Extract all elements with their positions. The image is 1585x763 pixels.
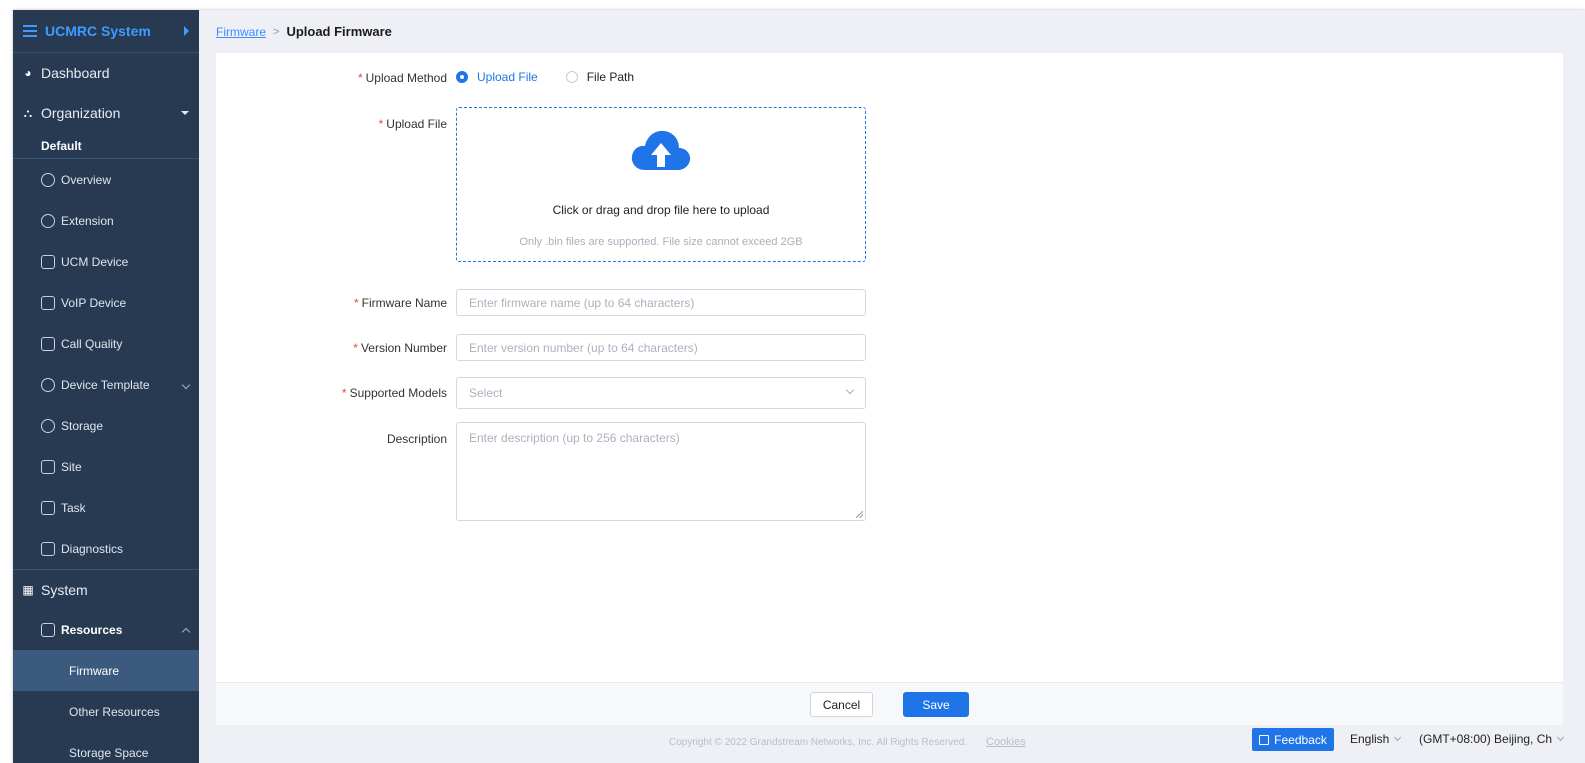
supported-models-select[interactable]: Select — [456, 377, 866, 409]
page-title: Upload Firmware — [286, 24, 392, 39]
organization-selector[interactable]: Default — [13, 133, 199, 159]
user-icon — [41, 213, 55, 228]
sidebar-item-label: Extension — [61, 213, 114, 228]
radio-unchecked-icon — [565, 71, 578, 83]
system-icon: ▦ — [22, 582, 34, 597]
sidebar-item-label: Overview — [61, 172, 112, 187]
language-select[interactable]: English — [1350, 732, 1402, 746]
sidebar-item-device-template[interactable]: Device Template — [13, 364, 199, 405]
sidebar-item-task[interactable]: Task — [13, 487, 199, 528]
radio-upload-file[interactable]: Upload File — [456, 70, 538, 84]
app-window: UCMRC System ◕ Dashboard ⛬ Organization … — [13, 10, 1585, 763]
radio-checked-icon — [456, 71, 468, 83]
sidebar-item-site[interactable]: Site — [13, 446, 199, 487]
upload-method-radio-group: Upload File File Path — [456, 70, 662, 84]
sidebar-item-label: Call Quality — [61, 336, 123, 351]
diagnostics-icon — [41, 541, 55, 556]
cancel-button[interactable]: Cancel — [810, 692, 873, 717]
upload-firmware-form: * Upload Method Upload File File Path * Up… — [216, 53, 1563, 682]
sidebar-item-label: Diagnostics — [61, 541, 124, 556]
version-number-label: * Version Number — [353, 341, 447, 355]
database-icon — [41, 418, 55, 433]
sidebar-item-other-resources[interactable]: Other Resources — [13, 691, 199, 732]
firmware-name-input[interactable]: Enter firmware name (up to 64 characters… — [456, 289, 866, 316]
copyright-text: Copyright © 2022 Grandstream Networks, I… — [669, 737, 968, 748]
sidebar-item-call-quality[interactable]: Call Quality — [13, 323, 199, 364]
textarea-placeholder: Enter description (up to 256 characters) — [469, 431, 680, 445]
sidebar-item-storage[interactable]: Storage — [13, 405, 199, 446]
version-number-input[interactable]: Enter version number (up to 64 character… — [456, 334, 866, 361]
sidebar-item-label: Organization — [41, 105, 121, 121]
caret-right-icon — [184, 26, 189, 36]
gear-icon — [41, 377, 55, 392]
overview-icon — [41, 172, 55, 187]
sidebar-item-voip-device[interactable]: VoIP Device — [13, 282, 199, 323]
save-button[interactable]: Save — [903, 692, 969, 717]
sidebar-item-label: Site — [61, 459, 82, 474]
chevron-up-icon — [181, 627, 191, 637]
dropzone-hint: Only .bin files are supported. File size… — [519, 236, 803, 248]
sidebar-item-extension[interactable]: Extension — [13, 200, 199, 241]
resources-icon — [41, 622, 55, 637]
dropzone-instruction: Click or drag and drop file here to uplo… — [552, 203, 770, 217]
resize-handle-icon[interactable] — [856, 511, 863, 518]
sidebar-item-label: Device Template — [61, 377, 150, 392]
sidebar-item-label: Dashboard — [41, 65, 110, 81]
sidebar-item-label: System — [41, 581, 88, 598]
feedback-button[interactable]: Feedback — [1252, 728, 1334, 751]
supported-models-label: * Supported Models — [341, 386, 447, 400]
chevron-down-icon — [1557, 733, 1565, 742]
chevron-down-icon — [181, 380, 191, 389]
server-icon — [41, 254, 55, 269]
feedback-label: Feedback — [1274, 732, 1327, 747]
description-label: Description — [386, 432, 447, 446]
sidebar-item-system[interactable]: ▦ System — [13, 569, 199, 609]
edit-icon — [1259, 734, 1270, 745]
menu-icon — [23, 25, 37, 37]
task-icon — [41, 500, 55, 515]
breadcrumb-firmware-link[interactable]: Firmware — [216, 25, 266, 39]
sidebar-item-label: Storage — [61, 418, 104, 433]
sidebar: UCMRC System ◕ Dashboard ⛬ Organization … — [13, 10, 199, 763]
organization-icon: ⛬ — [23, 105, 33, 120]
breadcrumb: Firmware > Upload Firmware — [216, 24, 392, 39]
sidebar-item-overview[interactable]: Overview — [13, 159, 199, 200]
sidebar-brand[interactable]: UCMRC System — [13, 10, 199, 53]
timezone-select[interactable]: (GMT+08:00) Beijing, Ch — [1419, 732, 1565, 746]
sidebar-item-dashboard[interactable]: ◕ Dashboard — [13, 53, 199, 93]
sidebar-item-diagnostics[interactable]: Diagnostics — [13, 528, 199, 569]
sidebar-item-label: Task — [61, 500, 86, 515]
form-action-bar: Cancel Save — [216, 682, 1563, 725]
phone-icon — [41, 295, 55, 310]
file-dropzone[interactable]: Click or drag and drop file here to uplo… — [456, 107, 866, 262]
chevron-down-icon — [845, 385, 855, 395]
sidebar-item-label: Resources — [61, 622, 123, 637]
sidebar-item-label: UCM Device — [61, 254, 129, 269]
cookies-link[interactable]: Cookies — [986, 736, 1026, 748]
sidebar-item-organization[interactable]: ⛬ Organization — [13, 93, 199, 133]
sidebar-item-resources[interactable]: Resources — [13, 609, 199, 650]
chevron-down-icon — [1394, 733, 1402, 742]
sidebar-item-firmware[interactable]: Firmware — [13, 650, 199, 691]
description-textarea[interactable]: Enter description (up to 256 characters) — [456, 422, 866, 521]
sidebar-item-storage-space[interactable]: Storage Space — [13, 732, 199, 763]
select-placeholder: Select — [469, 386, 503, 400]
dashboard-icon: ◕ — [24, 66, 32, 80]
caret-down-icon — [181, 111, 189, 115]
firmware-name-label: * Firmware Name — [353, 296, 447, 310]
sidebar-item-ucm-device[interactable]: UCM Device — [13, 241, 199, 282]
breadcrumb-separator: > — [273, 25, 280, 38]
page-footer: Copyright © 2022 Grandstream Networks, I… — [199, 728, 1585, 763]
site-icon — [41, 459, 55, 474]
chart-icon — [41, 336, 55, 351]
radio-file-path[interactable]: File Path — [565, 70, 634, 84]
upload-file-label: * Upload File — [378, 117, 447, 131]
brand-title: UCMRC System — [45, 23, 151, 39]
cloud-upload-icon — [631, 130, 691, 170]
upload-method-label: * Upload Method — [357, 71, 447, 85]
sidebar-item-label: VoIP Device — [61, 295, 127, 310]
